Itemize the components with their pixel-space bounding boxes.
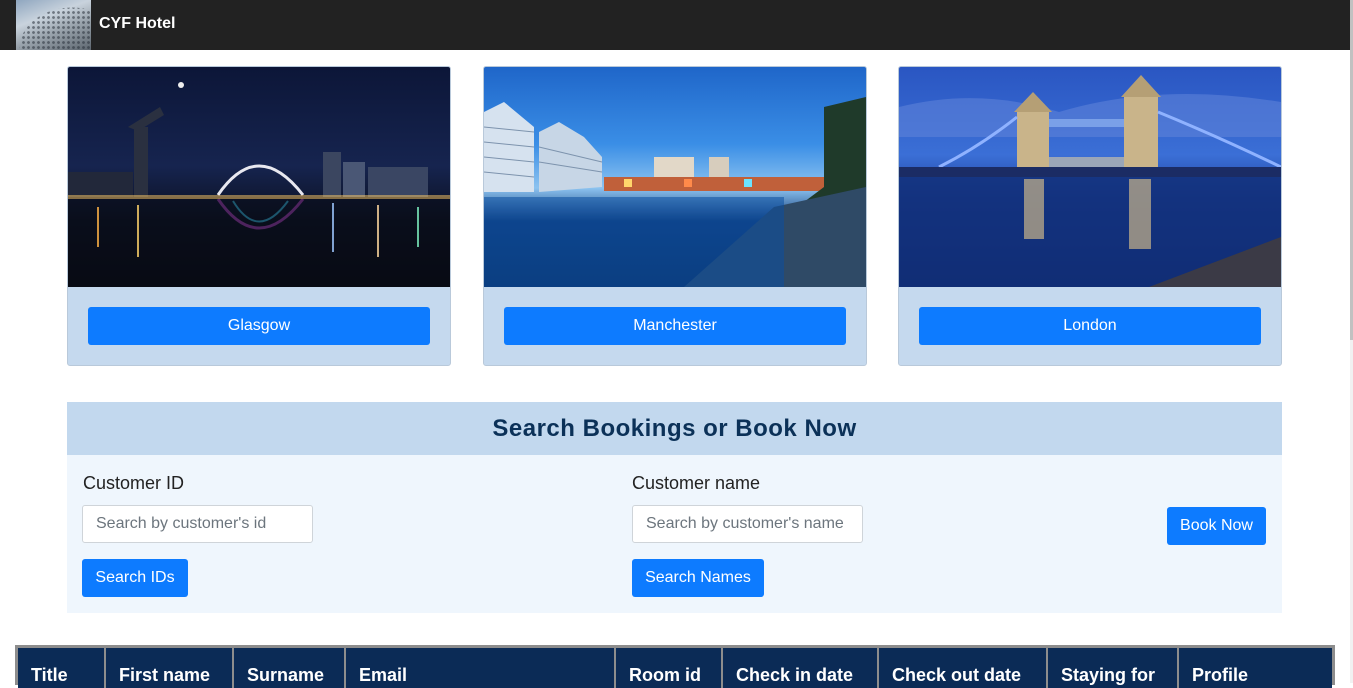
column-header-room-id: Room id bbox=[616, 648, 723, 688]
customer-name-label: Customer name bbox=[632, 473, 761, 493]
glasgow-image bbox=[68, 67, 450, 287]
london-button[interactable]: London bbox=[919, 307, 1261, 345]
customer-id-input[interactable] bbox=[82, 505, 313, 543]
glasgow-button[interactable]: Glasgow bbox=[88, 307, 430, 345]
city-card-glasgow: Glasgow bbox=[67, 66, 451, 366]
city-card-manchester: Manchester bbox=[483, 66, 867, 366]
hotel-logo bbox=[16, 0, 91, 50]
table-header-row: Title First name Surname Email Room id C… bbox=[18, 648, 1332, 688]
column-header-staying-for: Staying for bbox=[1048, 648, 1179, 688]
city-card-london: London bbox=[898, 66, 1282, 366]
search-ids-button[interactable]: Search IDs bbox=[82, 559, 188, 597]
brand-title: CYF Hotel bbox=[99, 15, 176, 32]
column-header-check-out-date: Check out date bbox=[879, 648, 1048, 688]
column-header-first-name: First name bbox=[106, 648, 234, 688]
search-names-button[interactable]: Search Names bbox=[632, 559, 764, 597]
london-image bbox=[899, 67, 1281, 287]
column-header-surname: Surname bbox=[234, 648, 346, 688]
customer-id-label: Customer ID bbox=[83, 473, 185, 493]
manchester-image bbox=[484, 67, 866, 287]
column-header-title: Title bbox=[18, 648, 106, 688]
book-now-button[interactable]: Book Now bbox=[1167, 507, 1266, 545]
bookings-table: Title First name Surname Email Room id C… bbox=[15, 645, 1335, 688]
navbar: CYF Hotel bbox=[0, 0, 1353, 50]
column-header-email: Email bbox=[346, 648, 616, 688]
search-title: Search Bookings or Book Now bbox=[492, 414, 857, 442]
column-header-profile: Profile bbox=[1179, 648, 1332, 688]
search-header: Search Bookings or Book Now bbox=[67, 402, 1282, 455]
manchester-button[interactable]: Manchester bbox=[504, 307, 846, 345]
column-header-check-in-date: Check in date bbox=[723, 648, 879, 688]
customer-name-input[interactable] bbox=[632, 505, 863, 543]
